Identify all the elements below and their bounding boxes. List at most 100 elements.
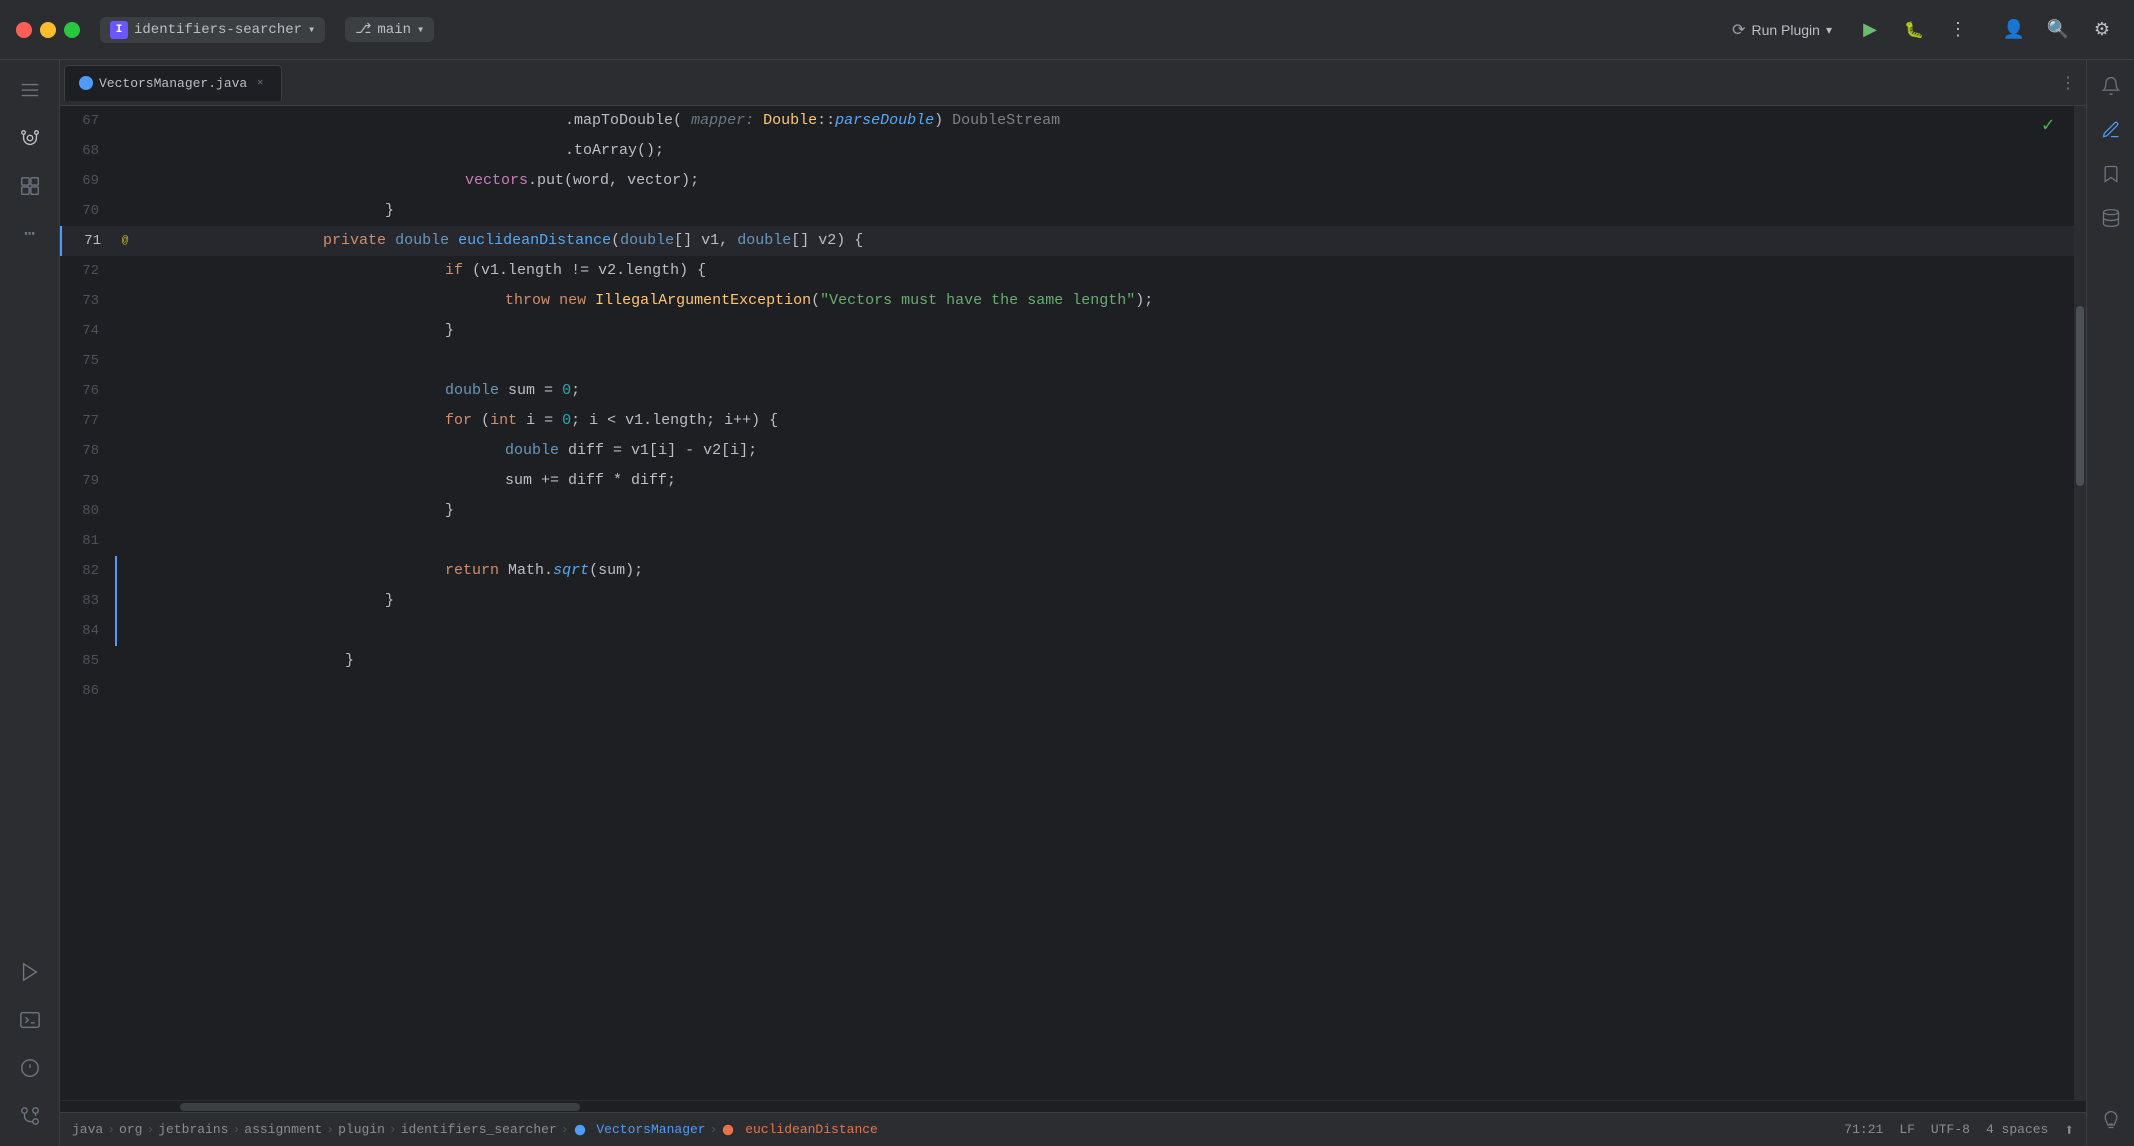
project-selector[interactable]: I identifiers-searcher ▾ [100, 17, 325, 43]
line-number-71: 71 [62, 226, 117, 256]
tab-close-button[interactable]: ✕ [253, 76, 267, 90]
play-icon: ▶ [1863, 19, 1877, 40]
sidebar-item-terminal[interactable] [8, 998, 52, 1042]
tab-bar: VectorsManager.java ✕ ⋮ [60, 60, 2086, 106]
line-number-83: 83 [60, 586, 115, 616]
code-editor[interactable]: ✓ 67 .mapToDouble( mapper: Double::parse… [60, 106, 2086, 1100]
line-number-82: 82 [60, 556, 115, 586]
project-icon: I [110, 21, 128, 39]
line-number-78: 78 [60, 436, 115, 466]
run-plugin-icon: ⟳ [1732, 20, 1745, 40]
line-number-73: 73 [60, 286, 115, 316]
breadcrumb-assignment[interactable]: assignment [244, 1122, 322, 1137]
sidebar-item-structure[interactable] [8, 164, 52, 208]
settings-button[interactable]: ⚙ [2086, 14, 2118, 46]
sidebar-item-run[interactable] [8, 950, 52, 994]
run-plugin-button[interactable]: ⟳ Run Plugin ▾ [1722, 16, 1842, 44]
code-line-85: 85 } [60, 646, 2074, 676]
breadcrumb-org[interactable]: org [119, 1122, 142, 1137]
code-line-86: 86 [60, 676, 2074, 706]
vertical-scrollbar[interactable] [2074, 106, 2086, 1100]
branch-dropdown-icon: ▾ [417, 22, 424, 37]
breadcrumb-java[interactable]: java [72, 1122, 103, 1137]
breadcrumb-sep-1: › [107, 1122, 115, 1137]
line-number-76: 76 [60, 376, 115, 406]
sidebar-item-vcs[interactable] [8, 116, 52, 160]
line-number-75: 75 [60, 346, 115, 376]
database-icon[interactable] [2093, 200, 2129, 236]
h-scrollbar-thumb[interactable] [180, 1103, 580, 1111]
code-line-83: 83 } [60, 586, 2074, 616]
line-number-86: 86 [60, 676, 115, 706]
plugins-icon: ⋯ [24, 223, 35, 245]
profile-icon: 👤 [2003, 19, 2025, 40]
tab-filename: VectorsManager.java [99, 76, 247, 91]
scrollbar-thumb[interactable] [2076, 306, 2084, 486]
left-sidebar: ⋯ [0, 60, 60, 1146]
project-dropdown-icon: ▾ [308, 22, 315, 37]
profile-button[interactable]: 👤 [1998, 14, 2030, 46]
line-number-70: 70 [60, 196, 115, 226]
encoding[interactable]: UTF-8 [1931, 1122, 1970, 1137]
traffic-lights [16, 22, 80, 38]
sidebar-item-plugins[interactable]: ⋯ [8, 212, 52, 256]
more-icon: ⋮ [1949, 19, 1967, 40]
play-button[interactable]: ▶ [1854, 14, 1886, 46]
branch-git-icon: ⎇ [355, 21, 371, 38]
close-button[interactable] [16, 22, 32, 38]
line-number-84: 84 [60, 616, 115, 646]
settings-icon: ⚙ [2094, 19, 2110, 40]
sidebar-item-git[interactable] [8, 1094, 52, 1138]
run-plugin-dropdown-icon: ▾ [1826, 23, 1832, 37]
git-push-icon[interactable]: ⬆ [2064, 1120, 2074, 1140]
status-right: 71:21 LF UTF-8 4 spaces ⬆ [1844, 1120, 2074, 1140]
horizontal-scrollbar[interactable] [60, 1100, 2086, 1112]
line-ending[interactable]: LF [1899, 1122, 1915, 1137]
breadcrumb-sep-7: › [710, 1122, 718, 1137]
line-number-77: 77 [60, 406, 115, 436]
breadcrumb-sep-4: › [326, 1122, 334, 1137]
line-number-81: 81 [60, 526, 115, 556]
branch-selector[interactable]: ⎇ main ▾ [345, 17, 434, 42]
breadcrumb-method[interactable]: euclideanDistance [721, 1122, 877, 1137]
search-everywhere-button[interactable]: 🔍 [2042, 14, 2074, 46]
notifications-icon[interactable] [2093, 68, 2129, 104]
breadcrumb-sep-3: › [232, 1122, 240, 1137]
tab-more-button[interactable]: ⋮ [2054, 69, 2082, 97]
breadcrumb-class[interactable]: VectorsManager [573, 1122, 706, 1137]
ai-assistant-icon[interactable] [2093, 1102, 2129, 1138]
editor-area: VectorsManager.java ✕ ⋮ ✓ 67 .mapToDoubl… [60, 60, 2086, 1146]
status-bar: java › org › jetbrains › assignment › pl… [60, 1112, 2086, 1146]
code-line-74: 74 } [60, 316, 2074, 346]
branch-name: main [377, 22, 411, 38]
search-icon: 🔍 [2047, 19, 2069, 40]
cursor-position[interactable]: 71:21 [1844, 1122, 1883, 1137]
sidebar-item-problems[interactable] [8, 1046, 52, 1090]
sidebar-item-project[interactable] [8, 68, 52, 112]
bookmarks-icon[interactable] [2093, 156, 2129, 192]
maximize-button[interactable] [64, 22, 80, 38]
line-number-68: 68 [60, 136, 115, 166]
file-tab[interactable]: VectorsManager.java ✕ [64, 65, 282, 101]
more-options-button[interactable]: ⋮ [1942, 14, 1974, 46]
line-number-80: 80 [60, 496, 115, 526]
debug-icon: 🐛 [1904, 20, 1924, 40]
code-line-80: 80 } [60, 496, 2074, 526]
line-number-85: 85 [60, 646, 115, 676]
line-number-72: 72 [60, 256, 115, 286]
breadcrumb: java › org › jetbrains › assignment › pl… [72, 1122, 1838, 1137]
debug-button[interactable]: 🐛 [1898, 14, 1930, 46]
line-number-67: 67 [60, 106, 115, 136]
main-layout: ⋯ [0, 60, 2134, 1146]
breadcrumb-identifiers-searcher[interactable]: identifiers_searcher [401, 1122, 557, 1137]
code-lines: 67 .mapToDouble( mapper: Double::parseDo… [60, 106, 2074, 706]
minimize-button[interactable] [40, 22, 56, 38]
breadcrumb-sep-6: › [561, 1122, 569, 1137]
editor-tools-icon[interactable] [2093, 112, 2129, 148]
run-plugin-label: Run Plugin [1751, 22, 1820, 38]
breadcrumb-plugin[interactable]: plugin [338, 1122, 385, 1137]
java-file-icon [79, 76, 93, 90]
breadcrumb-sep-2: › [146, 1122, 154, 1137]
breadcrumb-jetbrains[interactable]: jetbrains [158, 1122, 228, 1137]
indent-style[interactable]: 4 spaces [1986, 1122, 2048, 1137]
